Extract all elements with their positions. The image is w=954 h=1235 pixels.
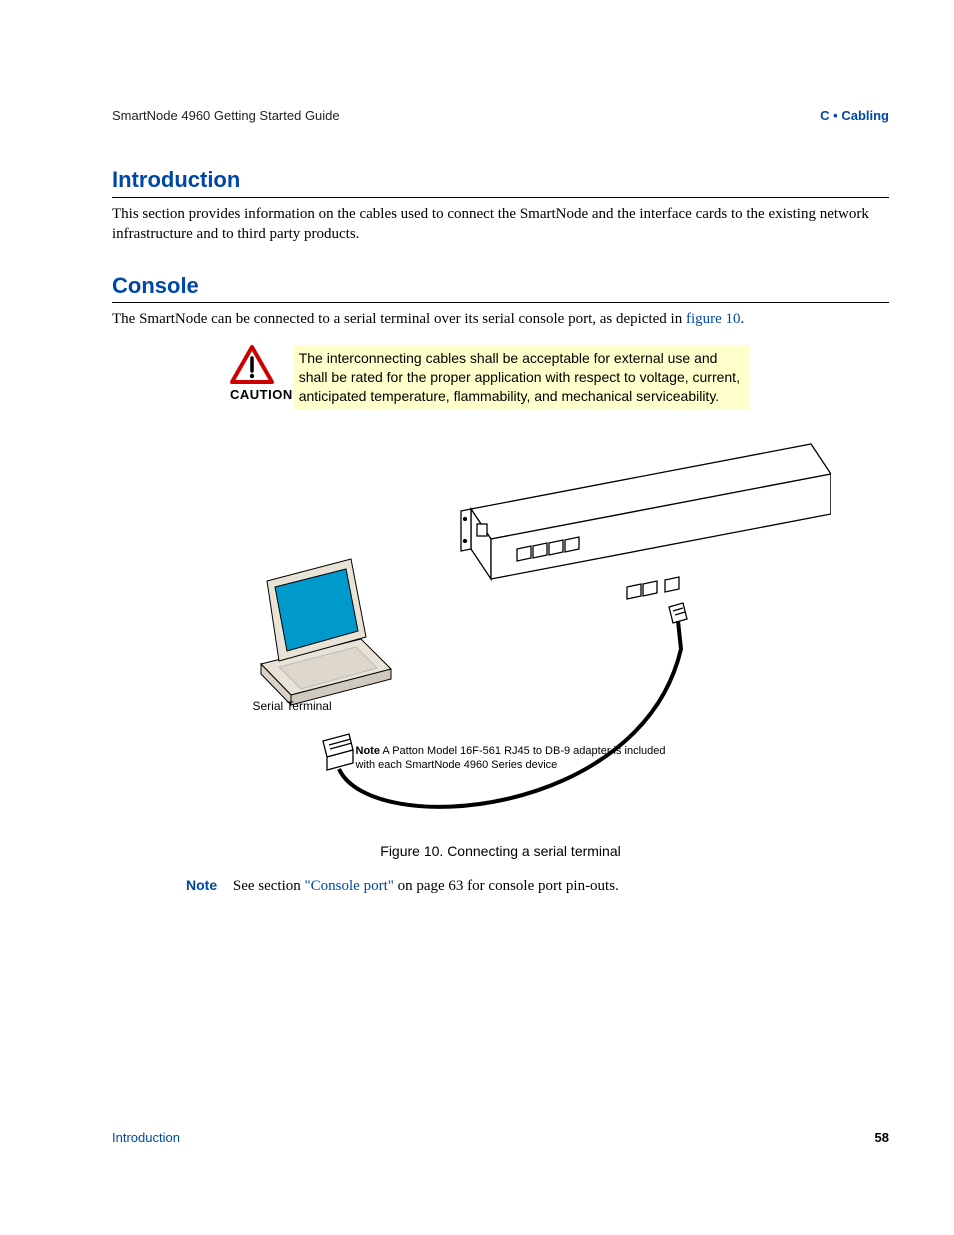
laptop-icon	[261, 559, 391, 705]
page-note: Note See section "Console port" on page …	[186, 877, 889, 895]
figure-inline-note: Note A Patton Model 16F-561 RJ45 to DB-9…	[356, 745, 686, 771]
figure-10: Serial Terminal Note A Patton Model 16F-…	[171, 419, 831, 839]
cable	[339, 621, 681, 807]
caution-triangle-icon	[230, 345, 274, 385]
page-footer: Introduction 58	[112, 1130, 889, 1145]
heading-rule	[112, 197, 889, 198]
footer-left: Introduction	[112, 1130, 180, 1145]
heading-console: Console	[112, 273, 889, 299]
console-body-prefix: The SmartNode can be connected to a seri…	[112, 311, 686, 327]
header-left: SmartNode 4960 Getting Started Guide	[112, 108, 340, 123]
intro-body: This section provides information on the…	[112, 204, 889, 245]
page-note-suffix: on page 63 for console port pin-outs.	[394, 878, 619, 894]
console-body: The SmartNode can be connected to a seri…	[112, 309, 889, 329]
figure-diagram	[171, 419, 831, 839]
heading-introduction: Introduction	[112, 167, 889, 193]
footer-page-number: 58	[875, 1130, 889, 1145]
caution-icon-col: CAUTION	[230, 345, 293, 402]
caution-text: The interconnecting cables shall be acce…	[293, 345, 750, 410]
page-note-label: Note	[186, 877, 217, 893]
db9-connector-icon	[323, 734, 353, 770]
figure-note-text: A Patton Model 16F-561 RJ45 to DB-9 adap…	[356, 745, 666, 770]
figure-caption: Figure 10. Connecting a serial terminal	[112, 843, 889, 859]
console-port-link[interactable]: "Console port"	[305, 878, 394, 894]
console-body-suffix: .	[741, 311, 745, 327]
page-note-prefix: See section	[233, 878, 305, 894]
page-header: SmartNode 4960 Getting Started Guide C •…	[112, 108, 889, 123]
figure-note-label: Note	[356, 745, 380, 757]
figure-link[interactable]: figure 10	[686, 311, 741, 327]
heading-rule-2	[112, 302, 889, 303]
caution-label: CAUTION	[230, 387, 293, 402]
rj45-plug-icon	[669, 603, 687, 623]
header-right: C • Cabling	[820, 108, 889, 123]
caution-block: CAUTION The interconnecting cables shall…	[230, 345, 750, 410]
figure-terminal-label: Serial Terminal	[253, 699, 332, 713]
